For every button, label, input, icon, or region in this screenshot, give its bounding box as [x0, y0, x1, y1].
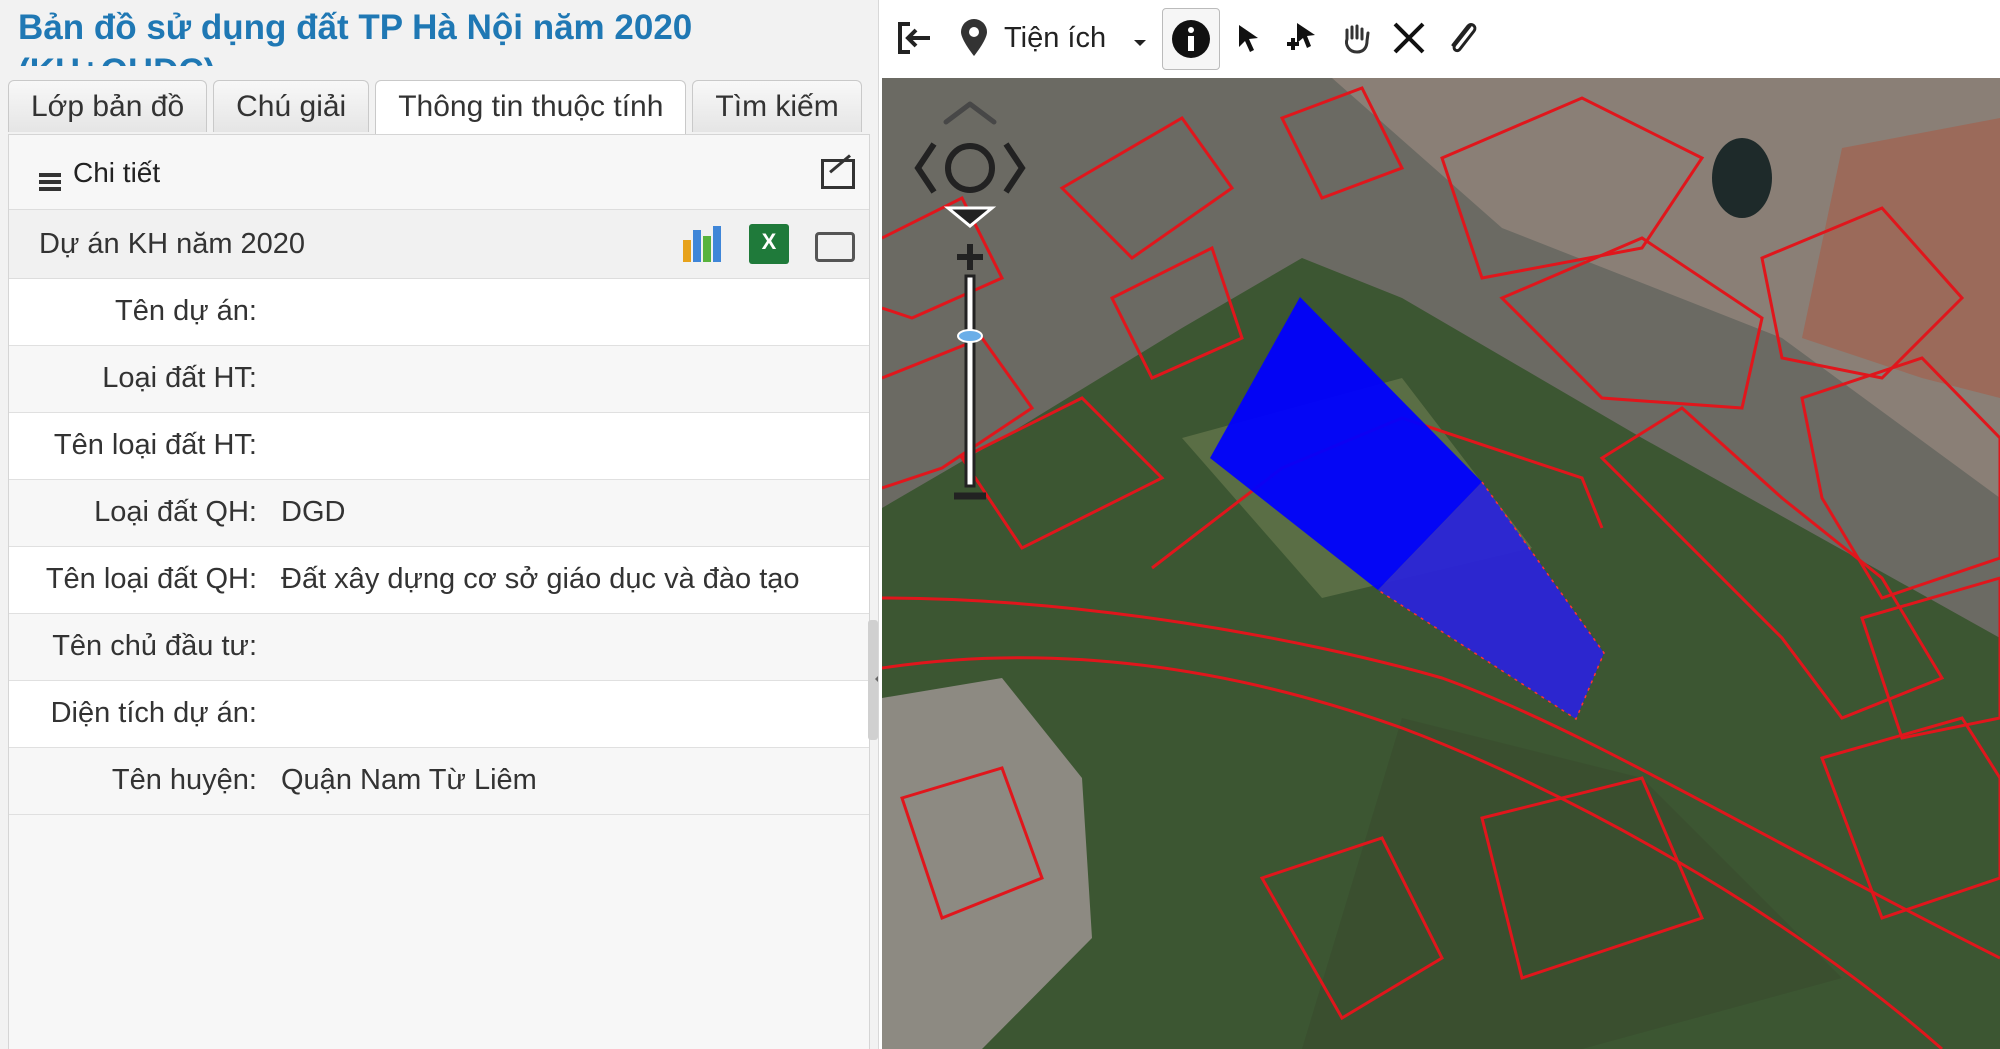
table-row: Loại đất HT:: [9, 346, 869, 413]
tab-bar: Lớp bản đồ Chú giải Thông tin thuộc tính…: [8, 80, 862, 135]
pan-up-icon[interactable]: [943, 101, 997, 125]
map-canvas[interactable]: [882, 78, 2000, 1049]
attach-icon[interactable]: [1442, 12, 1484, 64]
chart-icon[interactable]: [681, 224, 721, 264]
detail-header: Chi tiết: [9, 135, 869, 210]
info-icon[interactable]: [1162, 8, 1220, 70]
location-pin-icon[interactable]: [956, 12, 992, 64]
expand-icon[interactable]: [821, 159, 855, 189]
zoom-slider-track[interactable]: [964, 274, 976, 488]
table-row: Tên loại đất HT:: [9, 413, 869, 480]
project-header: Dự án KH năm 2020 X: [9, 210, 869, 279]
tab-map-layers[interactable]: Lớp bản đồ: [8, 80, 208, 132]
exit-icon[interactable]: [892, 12, 936, 64]
center-icon[interactable]: [945, 143, 995, 193]
pan-left-icon[interactable]: [914, 142, 937, 194]
field-key: Tên chủ đầu tư:: [52, 630, 257, 662]
detail-label: Chi tiết: [73, 157, 161, 188]
map-toolbar: Tiện ích: [882, 0, 2000, 79]
field-key: Tên loại đất QH:: [45, 563, 257, 595]
utility-label[interactable]: Tiện ích: [1004, 12, 1124, 64]
zoom-in-icon[interactable]: [957, 244, 983, 270]
excel-icon[interactable]: X: [749, 224, 789, 264]
list-icon: [39, 173, 61, 191]
pan-hand-icon[interactable]: [1336, 12, 1376, 64]
zoom-slider-handle[interactable]: [957, 329, 983, 343]
table-row: Diện tích dự án:: [9, 681, 869, 748]
page-title: Bản đồ sử dụng đất TP Hà Nội năm 2020 (K…: [18, 8, 693, 66]
select-arrow-icon[interactable]: [1230, 12, 1270, 64]
add-point-icon[interactable]: [1280, 12, 1326, 64]
attribute-panel: Chi tiết Dự án KH năm 2020 X Tên dự án: …: [8, 134, 870, 1049]
field-value: DGD: [281, 496, 346, 528]
tab-legend[interactable]: Chú giải: [213, 80, 370, 132]
table-row: Tên chủ đầu tư:: [9, 614, 869, 681]
field-key: Loại đất HT:: [102, 362, 257, 394]
pond: [1712, 138, 1772, 218]
table-row: Tên huyện: Quận Nam Từ Liêm: [9, 748, 869, 815]
tab-search[interactable]: Tìm kiếm: [692, 80, 862, 132]
table-row: Tên dự án:: [9, 279, 869, 346]
field-key: Tên huyện:: [111, 764, 257, 796]
table-row: Loại đất QH: DGD: [9, 480, 869, 547]
print-icon[interactable]: [815, 232, 855, 262]
tab-attribute-info[interactable]: Thông tin thuộc tính: [375, 80, 687, 135]
close-icon[interactable]: [1388, 12, 1430, 64]
field-value: Quận Nam Từ Liêm: [281, 764, 537, 796]
field-key: Tên dự án:: [115, 295, 257, 327]
pan-right-icon[interactable]: [1003, 142, 1026, 194]
dropdown-caret-icon[interactable]: [1130, 28, 1150, 58]
satellite-map[interactable]: [882, 78, 2000, 1049]
field-key: Loại đất QH:: [94, 496, 257, 528]
attribute-table: Tên dự án: Loại đất HT: Tên loại đất HT:…: [9, 279, 869, 815]
field-key: Tên loại đất HT:: [53, 429, 257, 461]
field-key: Diện tích dự án:: [50, 697, 257, 729]
panel-splitter[interactable]: [868, 620, 878, 740]
map-nav-control: [914, 101, 1026, 500]
project-title: Dự án KH năm 2020: [39, 228, 306, 260]
table-row: Tên loại đất QH: Đất xây dựng cơ sở giáo …: [9, 547, 869, 614]
field-value: Đất xây dựng cơ sở giáo dục và đào tạo: [281, 563, 800, 595]
pan-down-icon[interactable]: [943, 206, 997, 228]
left-panel: Bản đồ sử dụng đất TP Hà Nội năm 2020 (K…: [0, 0, 879, 1049]
map-area: Tiện ích: [882, 0, 2000, 1049]
